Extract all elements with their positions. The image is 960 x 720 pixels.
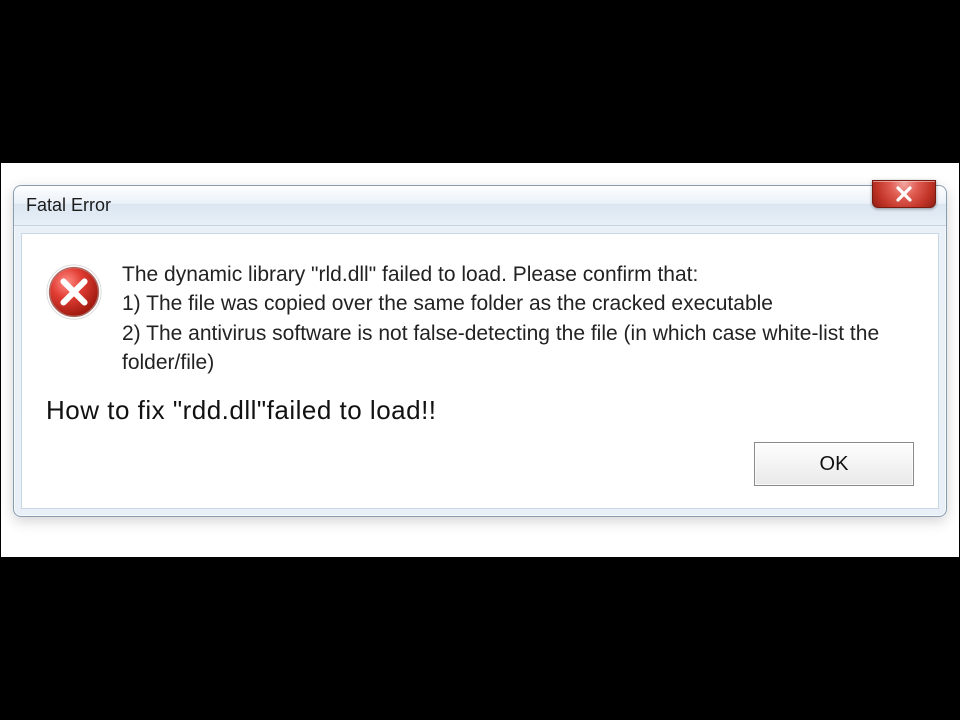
dialog-title: Fatal Error [26, 195, 111, 216]
dialog-client-area: The dynamic library "rld.dll" failed to … [21, 233, 939, 510]
button-row: OK [46, 442, 914, 486]
message-line-3: 2) The antivirus software is not false-d… [122, 319, 914, 378]
message-line-1: The dynamic library "rld.dll" failed to … [122, 260, 914, 289]
error-message: The dynamic library "rld.dll" failed to … [122, 260, 914, 378]
close-button[interactable] [872, 180, 936, 208]
ok-button[interactable]: OK [754, 442, 914, 486]
error-icon [46, 264, 102, 320]
close-icon [895, 186, 913, 202]
message-line-2: 1) The file was copied over the same fol… [122, 289, 914, 318]
message-row: The dynamic library "rld.dll" failed to … [46, 260, 914, 378]
page-background: Fatal Error [1, 163, 959, 558]
overlay-caption: How to fix "rdd.dll"failed to load!! [46, 395, 914, 426]
error-dialog: Fatal Error [13, 185, 947, 518]
titlebar[interactable]: Fatal Error [14, 186, 946, 226]
